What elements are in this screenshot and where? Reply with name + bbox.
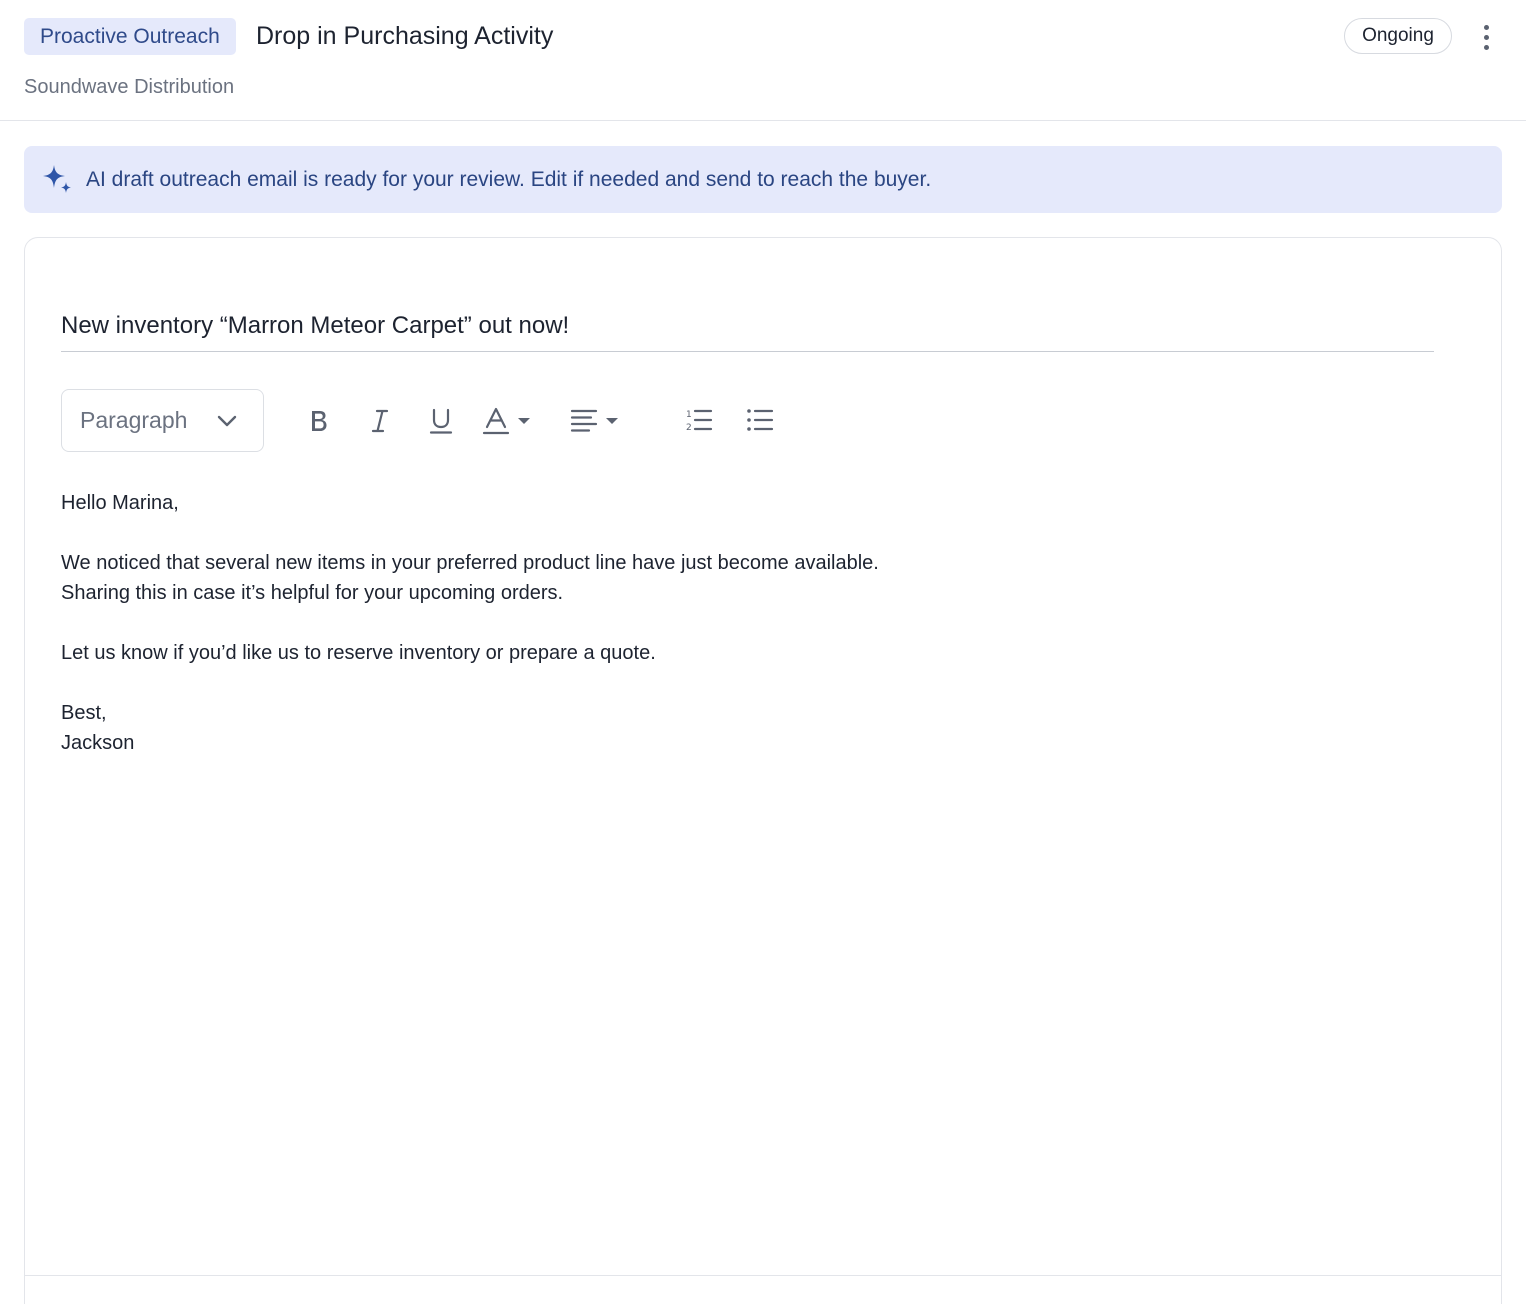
text-color-button[interactable]	[481, 401, 543, 441]
body-line: We noticed that several new items in you…	[61, 552, 879, 574]
svg-text:2: 2	[686, 423, 692, 433]
status-badge[interactable]: Ongoing	[1344, 18, 1452, 54]
bold-button[interactable]	[301, 401, 337, 441]
signature-line: Jackson	[61, 732, 135, 754]
ordered-list-icon: 1 2	[686, 409, 713, 433]
block-format-select[interactable]: Paragraph	[61, 389, 264, 452]
category-tag: Proactive Outreach	[24, 18, 236, 55]
subject-field[interactable]	[61, 300, 1434, 352]
greeting-line: Hello Marina,	[61, 492, 179, 514]
case-header: Proactive Outreach Drop in Purchasing Ac…	[0, 0, 1526, 121]
text-color-icon	[482, 407, 530, 435]
body-line: Sharing this in case it’s helpful for yo…	[61, 582, 564, 604]
italic-button[interactable]	[362, 401, 398, 441]
banner-message: AI draft outreach email is ready for you…	[86, 168, 932, 191]
more-options-button[interactable]	[1472, 20, 1500, 54]
underline-button[interactable]	[423, 401, 459, 441]
signoff-line: Best,	[61, 702, 107, 724]
company-name: Soundwave Distribution	[24, 76, 235, 98]
block-format-label: Paragraph	[80, 407, 188, 433]
sparkle-icon	[43, 165, 71, 193]
italic-icon	[371, 409, 389, 433]
bold-icon	[312, 411, 327, 431]
align-left-icon	[570, 409, 618, 432]
formatting-toolbar: Paragraph 1 2	[61, 389, 1361, 453]
chevron-down-icon	[217, 415, 237, 427]
divider	[25, 1275, 1501, 1276]
bullet-list-icon	[747, 409, 774, 431]
underline-icon	[429, 408, 453, 434]
email-editor-card: Paragraph	[24, 237, 1502, 1304]
page-title: Drop in Purchasing Activity	[256, 22, 554, 50]
ordered-list-button[interactable]: 1 2	[681, 401, 717, 441]
align-button[interactable]	[569, 401, 631, 441]
body-line: Let us know if you’d like us to reserve …	[61, 642, 656, 664]
outreach-case-page: Proactive Outreach Drop in Purchasing Ac…	[0, 0, 1526, 1304]
email-body-editor[interactable]: Hello Marina, We noticed that several ne…	[61, 488, 1441, 758]
kebab-menu-icon	[1483, 24, 1489, 30]
bullet-list-button[interactable]	[742, 401, 778, 441]
ai-draft-banner: AI draft outreach email is ready for you…	[24, 146, 1502, 213]
svg-text:1: 1	[686, 410, 692, 420]
